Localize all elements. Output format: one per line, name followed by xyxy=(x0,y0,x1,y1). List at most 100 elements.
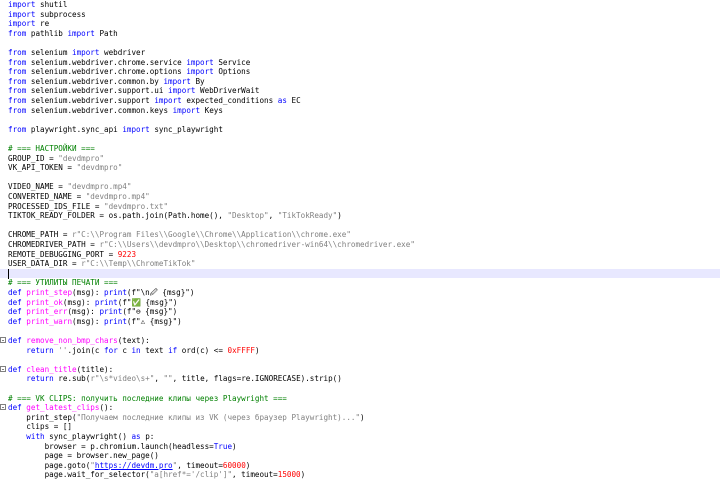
code-token: page.wait_for_selector( xyxy=(8,470,150,480)
fold-toggle-icon[interactable] xyxy=(0,404,6,411)
code-token: Keys xyxy=(200,105,223,115)
code-token: return xyxy=(26,345,54,355)
code-line[interactable]: from selenium import webdriver xyxy=(0,48,720,58)
code-line[interactable]: clips = [] xyxy=(0,422,720,432)
code-editor[interactable]: import shutil import subprocess import re f… xyxy=(0,0,720,480)
code-token: "TikTokReady" xyxy=(277,211,338,221)
code-token: # === НАСТРОЙКИ === xyxy=(8,144,95,153)
code-token: as xyxy=(277,96,287,105)
code-token: VK_API_TOKEN = xyxy=(8,163,77,173)
code-text: TIKTOK_READY_FOLDER = os.path.join(Path.… xyxy=(8,211,342,221)
code-line[interactable]: import re xyxy=(0,19,720,29)
code-line[interactable]: from selenium.webdriver.common.keys impo… xyxy=(0,106,720,116)
code-token: , timeout= xyxy=(232,470,278,480)
fold-toggle-icon[interactable] xyxy=(0,366,6,373)
code-text: from selenium.webdriver.support.ui impor… xyxy=(8,86,259,96)
code-text: def print_warn(msg): print(f"⚠ {msg}") xyxy=(8,317,182,327)
code-line[interactable]: def print_err(msg): print(f"⊖ {msg}") xyxy=(0,307,720,317)
code-line[interactable]: page.wait_for_selector("a[href*='/clip']… xyxy=(0,470,720,480)
code-line[interactable]: from selenium.webdriver.support.ui impor… xyxy=(0,86,720,96)
code-token: webdriver xyxy=(99,48,146,57)
code-text: from selenium.webdriver.common.by import… xyxy=(8,77,205,87)
code-line[interactable]: from playwright.sync_api import sync_pla… xyxy=(0,125,720,135)
code-line[interactable] xyxy=(0,173,720,183)
code-line[interactable] xyxy=(0,355,720,365)
code-token: (text): xyxy=(117,336,150,345)
code-line[interactable]: CHROMEDRIVER_PATH = r"C:\\Users\\devdmpr… xyxy=(0,240,720,250)
code-token: from xyxy=(8,48,27,57)
code-line[interactable]: def clean_title(title): xyxy=(0,365,720,375)
code-token: clips = [] xyxy=(8,422,73,432)
code-line[interactable]: def remove_non_bmp_chars(text): xyxy=(0,336,720,346)
code-text: def print_step(msg): print(f"\n🖉 {msg}") xyxy=(8,288,194,298)
code-line[interactable]: # === УТИЛИТЫ ПЕЧАТИ === xyxy=(0,278,720,288)
code-line[interactable]: from selenium.webdriver.chrome.service i… xyxy=(0,58,720,68)
code-line[interactable]: VK_API_TOKEN = "devdmpro" xyxy=(0,163,720,173)
code-line[interactable]: return re.sub(r"\s*video\s+", "", title,… xyxy=(0,374,720,384)
code-token: subprocess xyxy=(35,9,86,19)
code-token: print xyxy=(94,297,118,307)
code-line[interactable]: browser = p.chromium.launch(headless=Tru… xyxy=(0,442,720,452)
code-line[interactable]: page = browser.new_page() xyxy=(0,451,720,461)
code-line[interactable]: TIKTOK_READY_FOLDER = os.path.join(Path.… xyxy=(0,211,720,221)
code-text: PROCESSED_IDS_FILE = "devdmpro.txt" xyxy=(8,202,168,212)
code-token: from xyxy=(8,86,27,96)
code-line[interactable]: def print_ok(msg): print(f"✅ {msg}") xyxy=(0,298,720,308)
code-token: .join(c xyxy=(67,345,105,355)
code-line[interactable]: print_step("Получаем последние клипы из … xyxy=(0,413,720,423)
code-token: https://devdm.pro xyxy=(94,460,173,470)
code-line[interactable]: with sync_playwright() as p: xyxy=(0,432,720,442)
code-token: CHROME_PATH = xyxy=(8,230,73,240)
code-line[interactable]: # === VK CLIPS: получить последние клипы… xyxy=(0,394,720,404)
code-token: selenium.webdriver.support.ui xyxy=(26,86,169,96)
code-line[interactable] xyxy=(0,384,720,394)
code-line[interactable]: def print_step(msg): print(f"\n🖉 {msg}") xyxy=(0,288,720,298)
code-line[interactable]: from pathlib import Path xyxy=(0,29,720,39)
code-line[interactable]: return ''.join(c for c in text if ord(c)… xyxy=(0,346,720,356)
code-line[interactable]: def get_latest_clips(): xyxy=(0,403,720,413)
code-line[interactable] xyxy=(0,134,720,144)
code-line[interactable] xyxy=(0,115,720,125)
code-line[interactable]: import subprocess xyxy=(0,10,720,20)
code-token: r"C:\\Program Files\\Google\\Chrome\\App… xyxy=(72,230,351,240)
code-text: REMOTE_DEBUGGING_PORT = 9223 xyxy=(8,250,136,260)
code-token: "devdmpro.mp4" xyxy=(67,182,132,192)
fold-toggle-icon[interactable] xyxy=(0,337,6,344)
code-line[interactable]: page.goto("https://devdm.pro", timeout=6… xyxy=(0,461,720,471)
code-text: from selenium.webdriver.chrome.service i… xyxy=(8,58,250,68)
code-token: get_latest_clips xyxy=(26,403,100,413)
code-line[interactable]: CHROME_PATH = r"C:\\Program Files\\Googl… xyxy=(0,230,720,240)
code-line[interactable] xyxy=(0,221,720,231)
code-line[interactable]: REMOTE_DEBUGGING_PORT = 9223 xyxy=(0,250,720,260)
code-token: c xyxy=(117,345,132,355)
code-line[interactable]: CONVERTED_NAME = "devdmpro.mp4" xyxy=(0,192,720,202)
code-line[interactable]: import shutil xyxy=(0,0,720,10)
code-text: from playwright.sync_api import sync_pla… xyxy=(8,125,223,135)
code-line[interactable]: from selenium.webdriver.common.by import… xyxy=(0,77,720,87)
code-token: def xyxy=(8,288,22,297)
code-line[interactable]: from selenium.webdriver.chrome.options i… xyxy=(0,67,720,77)
code-token: "Получаем последние клипы из VK (через б… xyxy=(76,412,361,422)
code-token: import xyxy=(186,57,214,67)
code-line[interactable]: # === НАСТРОЙКИ === xyxy=(0,144,720,154)
code-line[interactable]: VIDEO_NAME = "devdmpro.mp4" xyxy=(0,182,720,192)
code-token: (f"⊖ {msg}") xyxy=(122,307,178,317)
code-token: def xyxy=(8,336,22,345)
code-line[interactable]: USER_DATA_DIR = r"C:\\Temp\\ChromeTikTok… xyxy=(0,259,720,269)
code-line[interactable] xyxy=(0,268,720,279)
code-token: "a[href*='/clip']" xyxy=(149,470,233,480)
code-line[interactable]: from selenium.webdriver.support import e… xyxy=(0,96,720,106)
code-line[interactable] xyxy=(0,38,720,48)
code-line[interactable]: GROUP_ID = "devdmpro" xyxy=(0,154,720,164)
code-token: r"\s*video\s+" xyxy=(90,374,155,384)
code-token: selenium.webdriver.chrome.options xyxy=(26,67,187,77)
code-token: print xyxy=(104,316,127,326)
code-text: GROUP_ID = "devdmpro" xyxy=(8,154,104,164)
code-token: 0xFFFF xyxy=(227,345,255,355)
code-line[interactable] xyxy=(0,326,720,336)
code-token: selenium.webdriver.chrome.service xyxy=(26,57,187,67)
code-line[interactable]: def print_warn(msg): print(f"⚠ {msg}") xyxy=(0,317,720,327)
code-token: from xyxy=(8,96,27,105)
code-token: r"C:\\Temp\\ChromeTikTok" xyxy=(81,259,196,269)
code-line[interactable]: PROCESSED_IDS_FILE = "devdmpro.txt" xyxy=(0,202,720,212)
